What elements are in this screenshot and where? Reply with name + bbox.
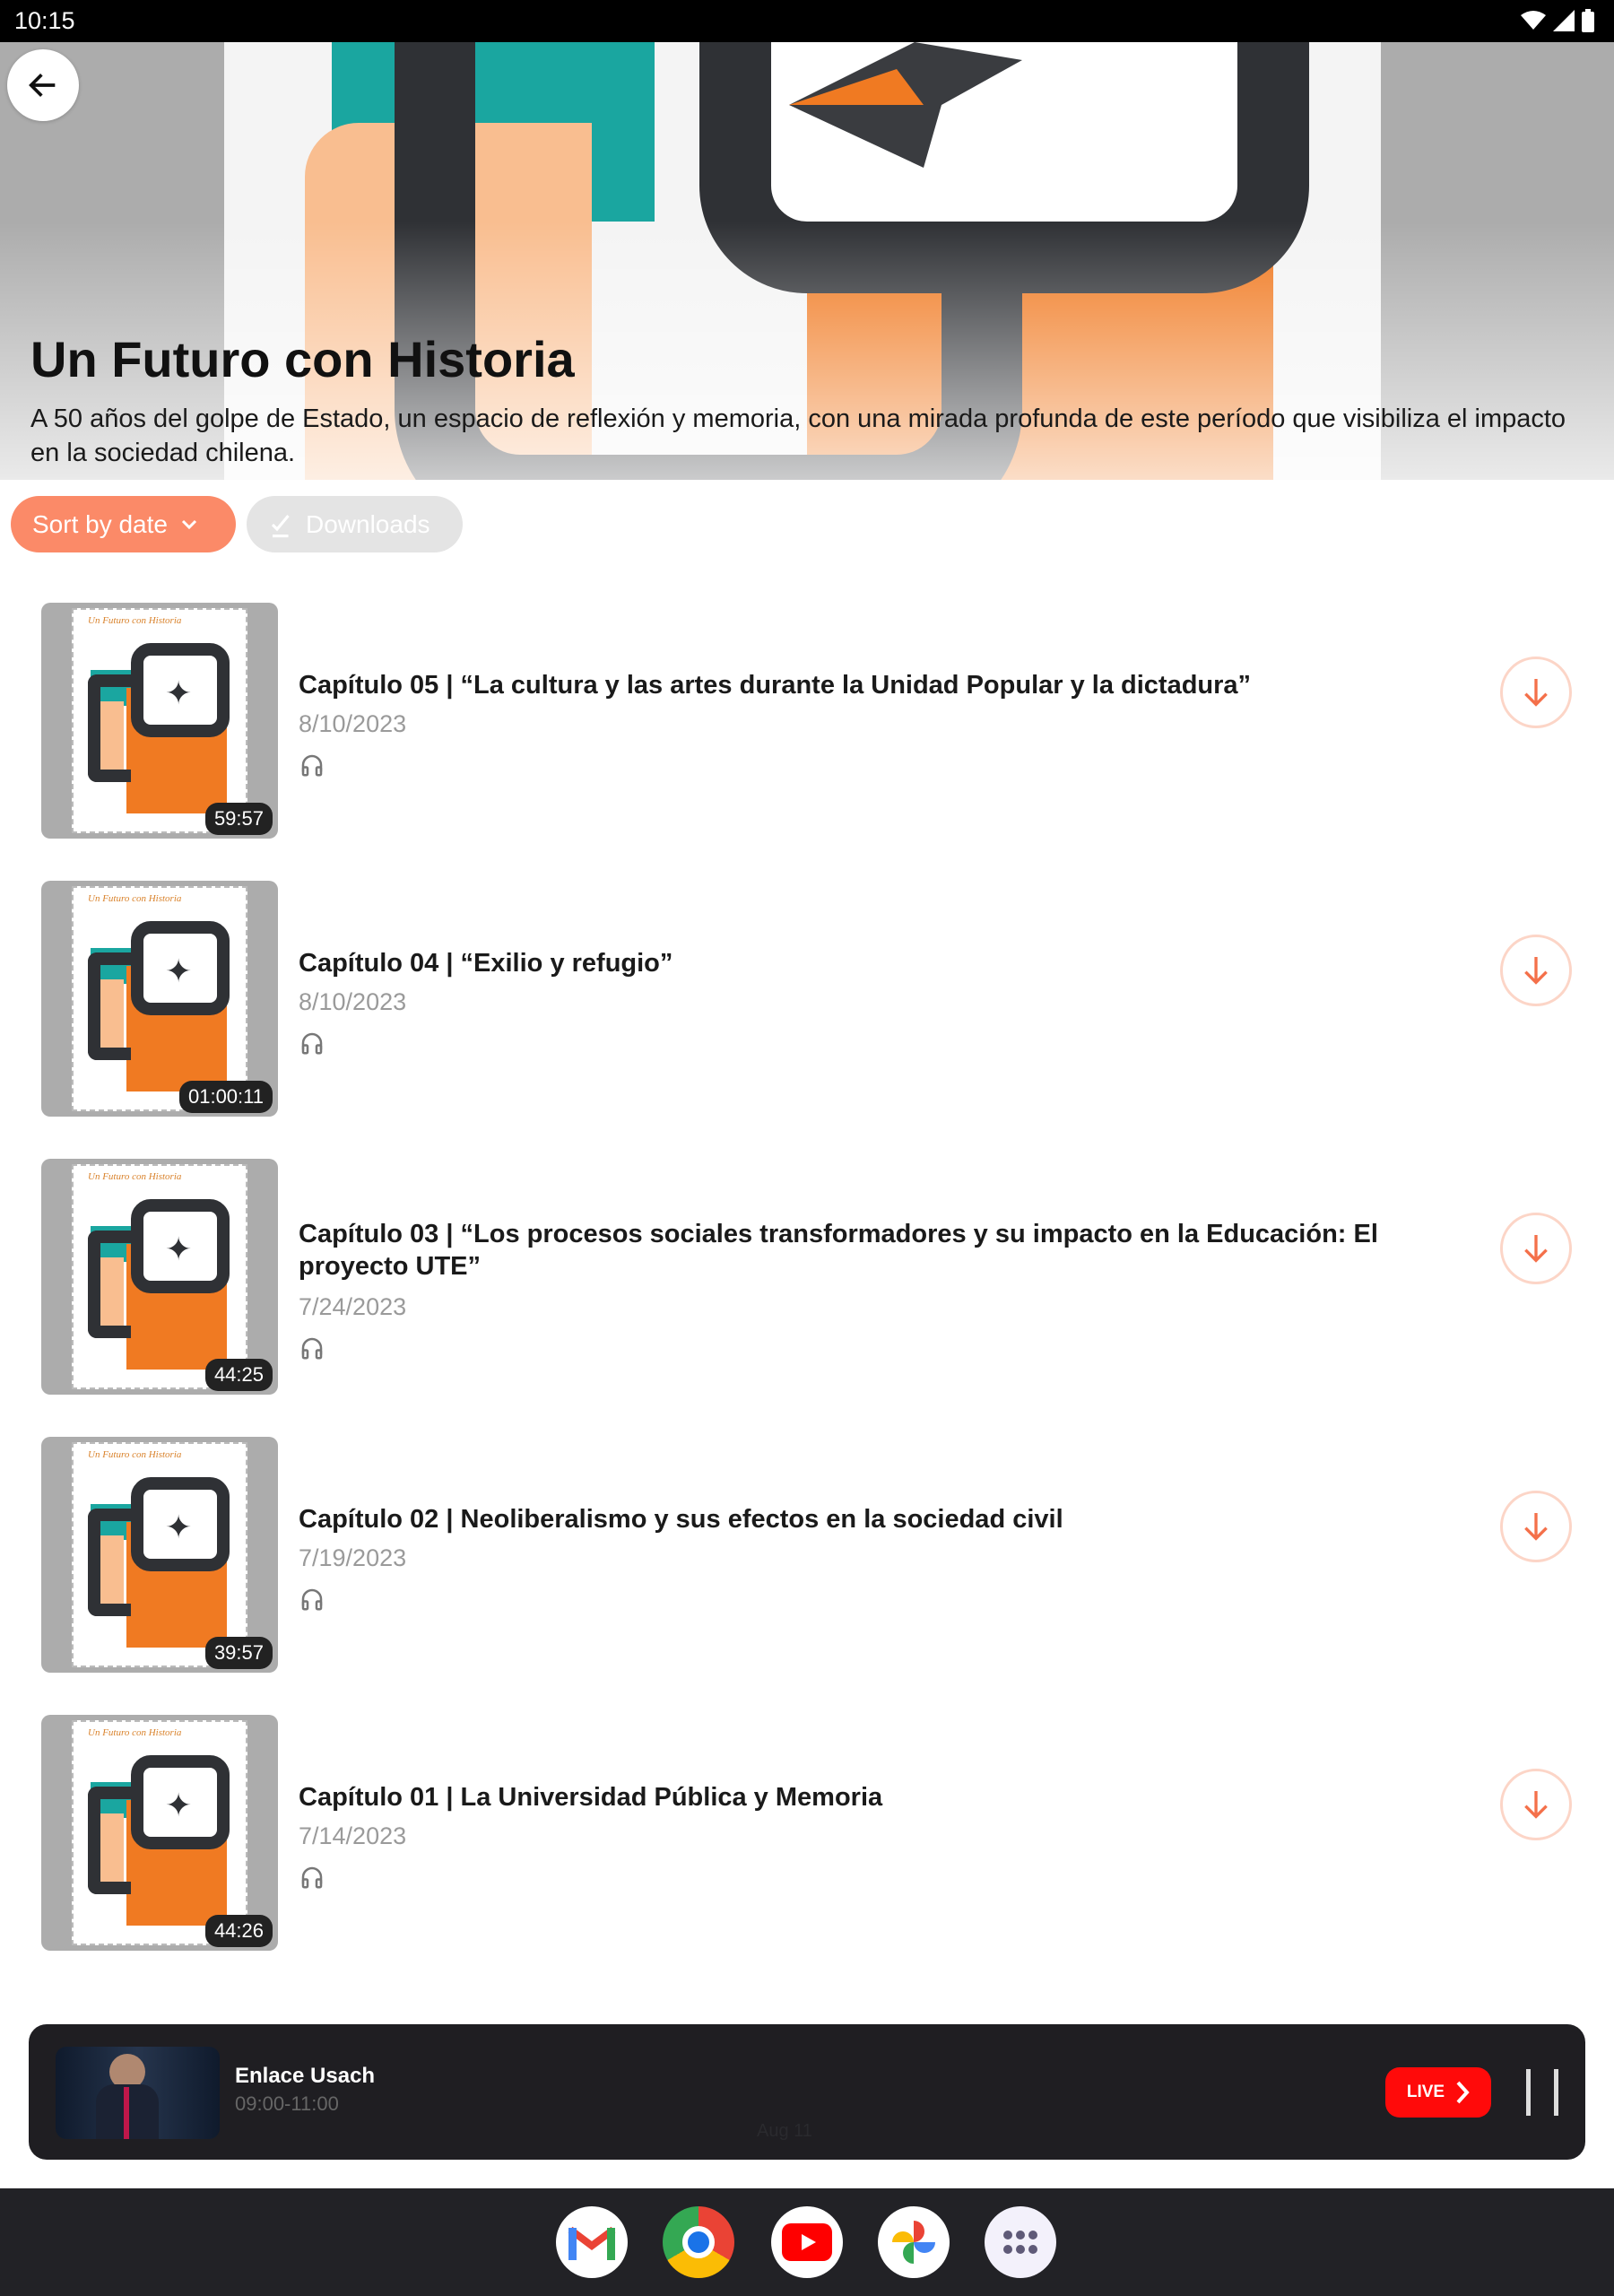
program-date: Aug 11 xyxy=(757,2121,812,2141)
download-button[interactable] xyxy=(1500,1491,1572,1562)
downloads-filter-button[interactable]: Downloads xyxy=(247,496,463,552)
headphones-icon xyxy=(301,754,323,777)
program-title: Enlace Usach xyxy=(235,2064,376,2088)
download-button[interactable] xyxy=(1500,1769,1572,1840)
chrome-app[interactable] xyxy=(663,2206,734,2278)
episode-title[interactable]: Capítulo 02 | Neoliberalismo y sus efect… xyxy=(299,1503,1491,1535)
arrow-left-icon xyxy=(29,74,56,97)
back-button[interactable] xyxy=(7,49,79,121)
sort-by-date-button[interactable]: Sort by date xyxy=(11,496,236,552)
chevron-down-icon xyxy=(181,519,197,529)
episode-date: 7/24/2023 xyxy=(299,1293,407,1320)
program-time: 09:00-11:00 xyxy=(235,2092,339,2115)
status-bar: 10:15 xyxy=(0,0,1614,42)
episode-thumbnail: Un Futuro con Historia ✦ 44:26 xyxy=(41,1715,278,1951)
arrow-down-icon xyxy=(1524,1791,1548,1819)
chrome-icon xyxy=(682,2226,715,2258)
page-title: Un Futuro con Historia xyxy=(30,331,575,387)
download-button[interactable] xyxy=(1500,935,1572,1006)
apps-grid-icon xyxy=(1003,2231,1037,2254)
headphones-icon xyxy=(301,1337,323,1360)
episode-thumbnail: Un Futuro con Historia ✦ 01:00:11 xyxy=(41,881,278,1117)
episode-duration: 01:00:11 xyxy=(178,1081,273,1113)
youtube-icon xyxy=(782,2223,832,2261)
live-label: LIVE xyxy=(1406,2083,1445,2101)
episode-title[interactable]: Capítulo 01 | La Universidad Pública y M… xyxy=(299,1781,1491,1813)
episode-list-item[interactable]: Un Futuro con Historia ✦ 59:57 Capítulo … xyxy=(0,603,1614,839)
sort-label: Sort by date xyxy=(32,509,168,538)
episode-list-item[interactable]: Un Futuro con Historia ✦ 44:25 Capítulo … xyxy=(0,1159,1614,1395)
episode-title[interactable]: Capítulo 05 | “La cultura y las artes du… xyxy=(299,669,1491,701)
gmail-icon xyxy=(568,2226,616,2260)
navigation-bar xyxy=(0,2188,1614,2296)
headphones-icon xyxy=(301,1866,323,1889)
episode-date: 7/19/2023 xyxy=(299,1544,407,1571)
episode-list-item[interactable]: Un Futuro con Historia ✦ 01:00:11 Capítu… xyxy=(0,881,1614,1117)
gmail-app[interactable] xyxy=(556,2206,628,2278)
episode-duration: 39:57 xyxy=(204,1637,273,1669)
episode-thumbnail: Un Futuro con Historia ✦ 39:57 xyxy=(41,1437,278,1673)
app-drawer[interactable] xyxy=(985,2206,1056,2278)
downloads-label: Downloads xyxy=(306,509,430,538)
episode-date: 7/14/2023 xyxy=(299,1822,407,1849)
check-icon xyxy=(271,514,290,537)
arrow-down-icon xyxy=(1524,957,1548,985)
episode-list-item[interactable]: Un Futuro con Historia ✦ 39:57 Capítulo … xyxy=(0,1437,1614,1673)
photos-icon xyxy=(892,2221,935,2264)
arrow-down-icon xyxy=(1524,1513,1548,1541)
youtube-app[interactable] xyxy=(771,2206,843,2278)
episode-thumbnail: Un Futuro con Historia ✦ 59:57 xyxy=(41,603,278,839)
episode-title[interactable]: Capítulo 04 | “Exilio y refugio” xyxy=(299,947,1491,979)
program-thumbnail xyxy=(56,2047,220,2139)
pause-icon xyxy=(1554,2069,1558,2116)
episode-duration: 59:57 xyxy=(204,803,273,835)
signal-icon xyxy=(1553,10,1575,31)
wifi-icon xyxy=(1521,11,1546,30)
headphones-icon xyxy=(301,1032,323,1055)
episode-date: 8/10/2023 xyxy=(299,988,407,1015)
download-button[interactable] xyxy=(1500,1213,1572,1284)
pause-button[interactable] xyxy=(1526,2069,1558,2116)
arrow-down-icon xyxy=(1524,679,1548,707)
episode-duration: 44:26 xyxy=(204,1915,273,1947)
headphones-icon xyxy=(301,1588,323,1611)
pause-icon xyxy=(1526,2069,1531,2116)
episode-date: 8/10/2023 xyxy=(299,710,407,737)
episode-title[interactable]: Capítulo 03 | “Los procesos sociales tra… xyxy=(299,1218,1491,1283)
photos-app[interactable] xyxy=(878,2206,950,2278)
live-button[interactable]: LIVE xyxy=(1385,2067,1491,2118)
battery-icon xyxy=(1582,9,1594,32)
episode-list-item[interactable]: Un Futuro con Historia ✦ 44:26 Capítulo … xyxy=(0,1715,1614,1951)
clock: 10:15 xyxy=(14,7,75,34)
podcast-description: A 50 años del golpe de Estado, un espaci… xyxy=(30,404,1566,467)
mini-player[interactable]: Enlace Usach 09:00-11:00 Aug 11 LIVE xyxy=(29,2024,1585,2160)
download-button[interactable] xyxy=(1500,657,1572,728)
arrow-down-icon xyxy=(1524,1235,1548,1263)
chevron-right-icon xyxy=(1456,2081,1470,2104)
episode-thumbnail: Un Futuro con Historia ✦ 44:25 xyxy=(41,1159,278,1395)
episode-duration: 44:25 xyxy=(204,1359,273,1391)
